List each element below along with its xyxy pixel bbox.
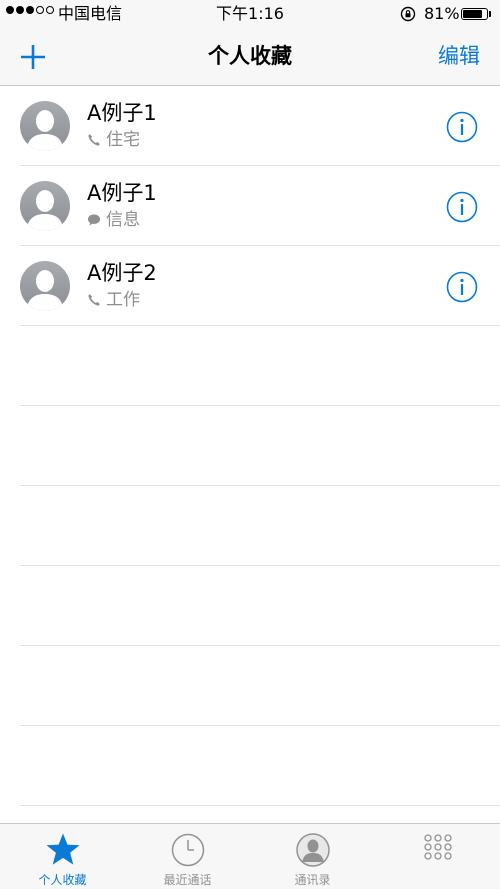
favorite-row[interactable]: A例子1 信息 <box>20 166 500 246</box>
empty-list-row <box>20 406 500 486</box>
info-icon[interactable] <box>446 191 478 223</box>
phone-icon <box>88 134 100 146</box>
battery-icon <box>461 8 488 20</box>
contact-type-label: 住宅 <box>106 130 140 150</box>
avatar <box>20 101 70 151</box>
edit-button[interactable]: 编辑 <box>438 42 480 70</box>
info-icon[interactable] <box>446 111 478 143</box>
clock-icon <box>171 833 205 867</box>
favorite-row[interactable]: A例子2 工作 <box>20 246 500 326</box>
tab-recents[interactable]: 最近通话 <box>125 824 250 890</box>
battery-tip <box>489 11 491 17</box>
tab-bar: 个人收藏 最近通话 通讯录 <box>0 823 500 889</box>
tab-contacts[interactable]: 通讯录 <box>250 824 375 890</box>
contact-type: 信息 <box>87 209 140 231</box>
avatar <box>20 181 70 231</box>
empty-list-row <box>20 486 500 566</box>
tab-label: 最近通话 <box>163 873 212 887</box>
favorites-list: A例子1 住宅 A例子1 信息 A例子2 工作 <box>0 86 500 806</box>
contact-type-label: 信息 <box>106 210 140 230</box>
contact-type: 住宅 <box>87 129 140 151</box>
tab-keypad[interactable] <box>375 824 500 890</box>
status-bar: 中国电信 下午1:16 81% <box>0 0 500 30</box>
navigation-bar: 个人收藏 编辑 <box>0 30 500 86</box>
tab-label: 通讯录 <box>294 873 331 887</box>
contact-type-label: 工作 <box>106 290 140 310</box>
empty-list-row <box>20 566 500 646</box>
contact-type: 工作 <box>87 289 140 311</box>
contacts-icon <box>296 833 330 867</box>
contact-name: A例子2 <box>87 261 157 285</box>
empty-list-row <box>20 726 500 806</box>
empty-list-row <box>20 646 500 726</box>
battery-fill <box>463 10 482 18</box>
page-title: 个人收藏 <box>208 44 292 68</box>
empty-list-row <box>20 326 500 406</box>
person-silhouette-icon <box>26 110 64 151</box>
person-silhouette-icon <box>26 270 64 311</box>
rotation-lock-icon <box>400 6 416 22</box>
tab-favorites[interactable]: 个人收藏 <box>0 824 125 890</box>
tab-label: 个人收藏 <box>38 873 87 887</box>
contact-name: A例子1 <box>87 181 157 205</box>
battery-percentage: 81% <box>424 4 460 23</box>
favorite-row[interactable]: A例子1 住宅 <box>20 86 500 166</box>
message-icon <box>88 214 100 226</box>
keypad-icon <box>424 834 452 860</box>
contact-name: A例子1 <box>87 101 157 125</box>
person-silhouette-icon <box>26 190 64 231</box>
phone-icon <box>88 294 100 306</box>
avatar <box>20 261 70 311</box>
info-icon[interactable] <box>446 271 478 303</box>
star-icon <box>46 833 80 865</box>
